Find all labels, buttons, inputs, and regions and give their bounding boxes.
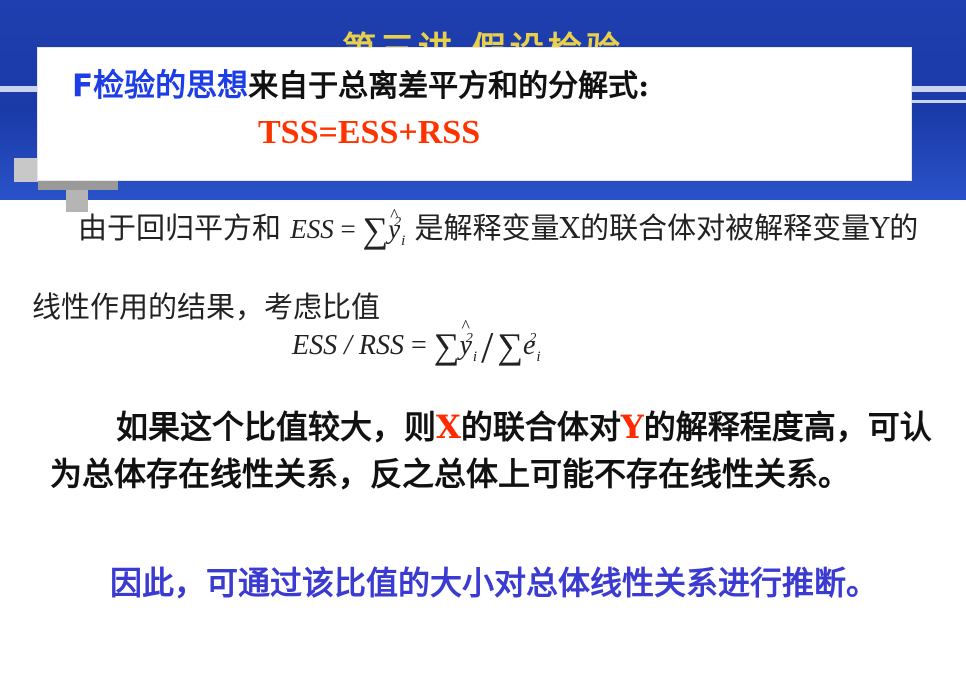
paragraph-ratio-interpretation: 如果这个比值较大，则X的联合体对Y的解释程度高，可认为总体存在线性关系，反之总体… [50,408,932,493]
variable-y: Y [620,408,644,446]
decorative-square [38,180,118,190]
paragraph-ess-explanation: 由于回归平方和 ESS = ∑y2i 是解释变量X的联合体对被解释变量Y的线性作… [32,182,942,340]
ratio-equation: ESS / RSS = ∑y2i/∑e2i [292,316,541,373]
variable-x: X [436,408,461,446]
header-stripe [0,86,40,92]
callout-statement: F检验的思想来自于总离差平方和的分解式: [72,60,649,105]
callout-box: F检验的思想来自于总离差平方和的分解式: TSS=ESS+RSS [38,48,911,180]
header-stripe [911,86,966,92]
paragraph-conclusion: 因此，可通过该比值的大小对总体线性关系进行推断。 [110,564,879,602]
highlight-text: F检验的思想 [72,68,249,104]
decorative-square [14,158,40,182]
callout-rest: 来自于总离差平方和的分解式: [248,69,650,104]
decomposition-formula: TSS=ESS+RSS [258,114,481,151]
ess-inline-formula: ESS = ∑y2i [290,182,405,250]
para1-text-a: 由于回归平方和 [78,211,282,245]
header-stripe [911,100,966,103]
